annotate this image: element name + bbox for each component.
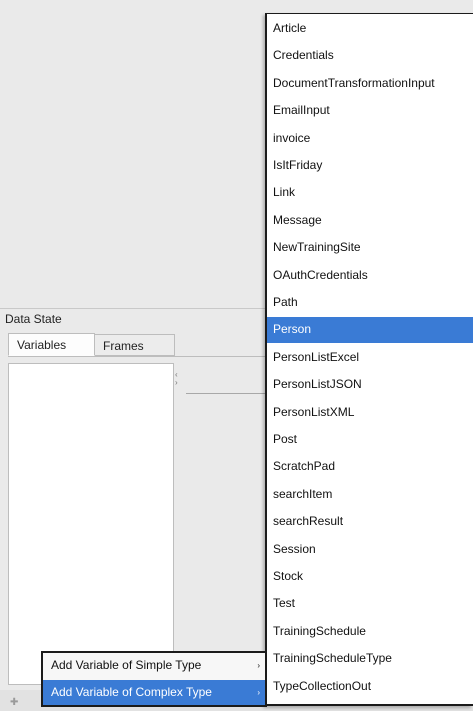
type-menu-item[interactable]: Session [267,537,473,563]
add-variable-context-menu: Add Variable of Simple Type › Add Variab… [41,651,267,707]
type-menu-item[interactable]: OAuthCredentials [267,263,473,289]
type-menu-item[interactable]: EmailInput [267,98,473,124]
menu-item-add-simple-type[interactable]: Add Variable of Simple Type › [43,653,265,678]
type-menu-item[interactable]: Stock [267,564,473,590]
data-state-panel-title: Data State [5,312,62,326]
type-menu-item[interactable]: Post [267,427,473,453]
add-icon[interactable]: ✚ [10,697,18,709]
type-menu-item[interactable]: Link [267,180,473,206]
type-menu-item[interactable]: Path [267,290,473,316]
type-menu-item[interactable]: Test [267,591,473,617]
type-menu-item[interactable]: searchItem [267,482,473,508]
submenu-arrow-icon: › [257,688,260,697]
type-menu-item[interactable]: ScratchPad [267,454,473,480]
splitter-collapse-handle[interactable]: ‹ › [175,371,183,393]
type-menu-item[interactable]: NewTrainingSite [267,235,473,261]
type-menu-item[interactable]: PersonListJSON [267,372,473,398]
tab-variables[interactable]: Variables [8,333,95,356]
type-menu-item[interactable]: PersonListExcel [267,345,473,371]
menu-item-add-complex-type[interactable]: Add Variable of Complex Type › [43,680,265,705]
type-menu-item[interactable]: Person [267,317,473,343]
complex-type-menu: Article Credentials DocumentTransformation… [265,13,473,706]
menu-item-label: Add Variable of Complex Type [51,685,212,699]
type-menu-item[interactable]: Credentials [267,43,473,69]
chevron-right-icon: › [175,378,178,387]
type-menu-item[interactable]: TypeCollectionOut [267,674,473,700]
tab-frames[interactable]: Frames [95,334,175,356]
type-menu-item[interactable]: TrainingScheduleType [267,646,473,672]
type-menu-item[interactable]: IsItFriday [267,153,473,179]
menu-item-label: Add Variable of Simple Type [51,658,202,672]
type-menu-item[interactable]: searchResult [267,509,473,535]
type-menu-item[interactable]: Article [267,16,473,42]
type-menu-item[interactable]: DocumentTransformationInput [267,71,473,97]
details-pane-divider [186,393,268,394]
type-menu-item[interactable]: PersonListXML [267,400,473,426]
type-menu-item[interactable]: TrainingSchedule [267,619,473,645]
type-menu-item[interactable]: invoice [267,126,473,152]
type-menu-item[interactable]: Message [267,208,473,234]
submenu-arrow-icon: › [257,661,260,670]
variables-list[interactable] [8,363,174,685]
